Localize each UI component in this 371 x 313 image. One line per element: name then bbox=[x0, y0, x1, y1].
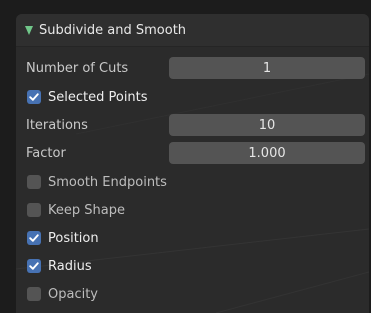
smooth-endpoints-checkbox[interactable]: Smooth Endpoints bbox=[16, 171, 369, 193]
radius-checkbox[interactable]: Radius bbox=[16, 255, 369, 277]
opacity-label: Opacity bbox=[48, 286, 99, 302]
panel-header[interactable]: Subdivide and Smooth bbox=[16, 14, 369, 47]
radius-label: Radius bbox=[48, 258, 92, 274]
factor-label: Factor bbox=[26, 145, 66, 161]
selected-points-label: Selected Points bbox=[48, 89, 148, 105]
viewport-background: Subdivide and Smooth Number of Cuts 1 Se… bbox=[0, 0, 371, 313]
subdivide-and-smooth-panel: Subdivide and Smooth Number of Cuts 1 Se… bbox=[16, 14, 369, 313]
factor-row: Factor 1.000 bbox=[16, 142, 369, 164]
position-label: Position bbox=[48, 230, 99, 246]
keep-shape-checkbox[interactable]: Keep Shape bbox=[16, 199, 369, 221]
number-of-cuts-row: Number of Cuts 1 bbox=[16, 57, 369, 79]
number-of-cuts-field[interactable]: 1 bbox=[169, 57, 365, 79]
number-of-cuts-label: Number of Cuts bbox=[26, 60, 129, 76]
checkbox-unchecked-icon[interactable] bbox=[27, 203, 41, 217]
checkbox-checked-icon[interactable] bbox=[27, 259, 41, 273]
checkbox-unchecked-icon[interactable] bbox=[27, 175, 41, 189]
opacity-checkbox[interactable]: Opacity bbox=[16, 283, 369, 305]
panel-title: Subdivide and Smooth bbox=[39, 22, 187, 38]
smooth-endpoints-label: Smooth Endpoints bbox=[48, 174, 167, 190]
iterations-field[interactable]: 10 bbox=[169, 114, 365, 136]
selected-points-checkbox[interactable]: Selected Points bbox=[16, 86, 369, 108]
keep-shape-label: Keep Shape bbox=[48, 202, 125, 218]
checkbox-checked-icon[interactable] bbox=[27, 231, 41, 245]
checkbox-unchecked-icon[interactable] bbox=[27, 287, 41, 301]
checkbox-checked-icon[interactable] bbox=[27, 90, 41, 104]
factor-field[interactable]: 1.000 bbox=[169, 142, 365, 164]
expand-triangle-icon[interactable] bbox=[25, 25, 33, 35]
position-checkbox[interactable]: Position bbox=[16, 227, 369, 249]
iterations-label: Iterations bbox=[26, 117, 88, 133]
iterations-row: Iterations 10 bbox=[16, 114, 369, 136]
